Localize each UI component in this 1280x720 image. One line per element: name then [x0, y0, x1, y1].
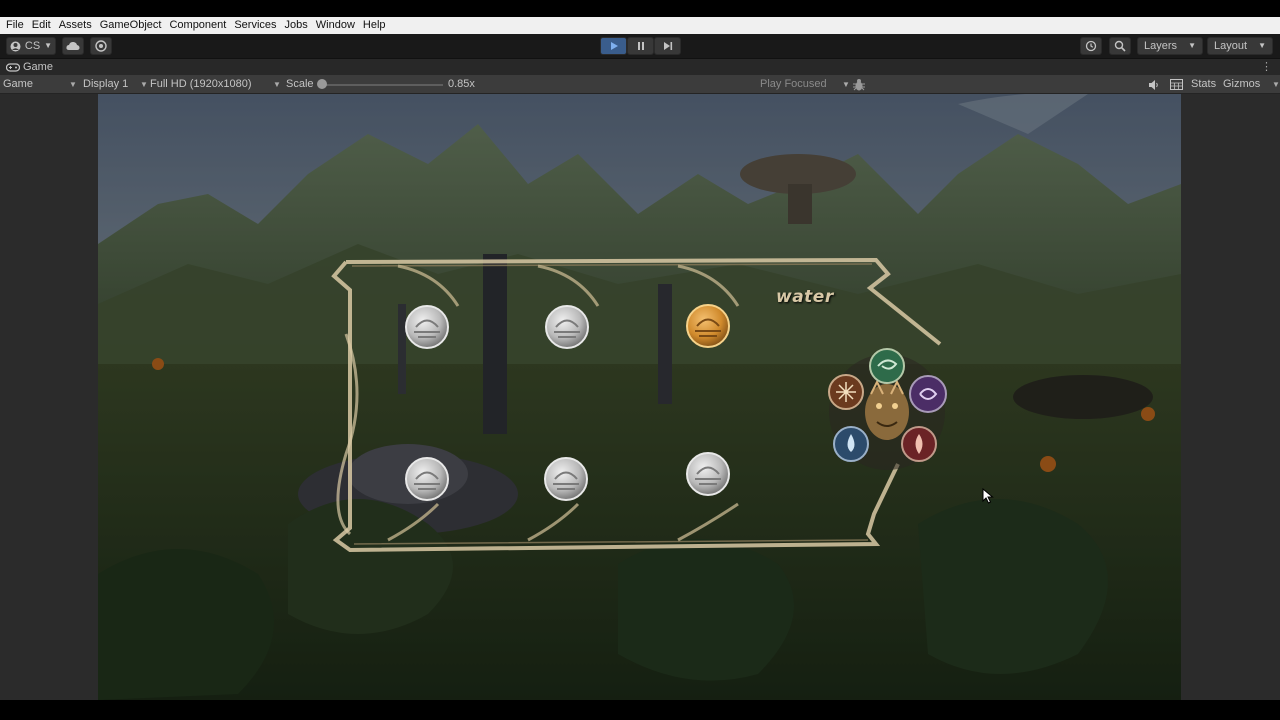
debug-bug-button[interactable] [852, 75, 866, 94]
game-viewport[interactable]: water [98, 94, 1181, 700]
chevron-down-icon: ▼ [842, 80, 850, 89]
chevron-down-icon: ▼ [44, 41, 53, 50]
window-top-border [0, 0, 1280, 17]
collab-button[interactable] [90, 37, 112, 55]
scale-value: 0.85x [448, 78, 475, 90]
chevron-down-icon: ▼ [69, 80, 77, 89]
menu-edit[interactable]: Edit [28, 17, 55, 34]
game-view-panel: water [0, 94, 1280, 700]
void-element-icon[interactable] [909, 375, 947, 413]
rune-slot[interactable] [405, 457, 449, 501]
menu-component[interactable]: Component [165, 17, 230, 34]
main-toolbar: CS ▼ Layers ▼ Layout ▼ [0, 34, 1280, 59]
rune-slot[interactable] [405, 305, 449, 349]
menu-help[interactable]: Help [359, 17, 390, 34]
pause-icon [637, 42, 644, 50]
settings-dot-icon [95, 40, 107, 52]
aspect-toggle-button[interactable] [1170, 75, 1183, 94]
display-dropdown[interactable]: Display 1 ▼ [83, 75, 148, 94]
history-icon [1085, 40, 1097, 52]
menu-services[interactable]: Services [230, 17, 280, 34]
scale-label: Scale [286, 78, 314, 90]
menu-assets[interactable]: Assets [55, 17, 96, 34]
account-label: CS [24, 40, 41, 52]
search-icon [1114, 40, 1126, 52]
play-button[interactable] [600, 37, 627, 55]
wind-element-icon[interactable] [869, 348, 905, 384]
menu-jobs[interactable]: Jobs [281, 17, 312, 34]
gizmos-label: Gizmos [1223, 78, 1261, 90]
mouse-cursor-icon [982, 488, 994, 504]
fire-element-icon[interactable] [901, 426, 937, 462]
chevron-down-icon: ▼ [1258, 41, 1266, 50]
step-icon [663, 42, 672, 50]
chevron-down-icon: ▼ [273, 80, 281, 89]
chevron-down-icon: ▼ [1272, 80, 1280, 89]
cloud-button[interactable] [62, 37, 84, 55]
resolution-label: Full HD (1920x1080) [150, 78, 252, 90]
tab-game-label: Game [23, 61, 53, 73]
menu-bar: File Edit Assets GameObject Component Se… [0, 17, 1280, 34]
grid-icon [1170, 79, 1183, 90]
stats-button[interactable]: Stats [1191, 75, 1216, 94]
view-mode-dropdown[interactable]: Game ▼ [3, 75, 77, 94]
play-icon [610, 42, 618, 50]
light-element-icon[interactable] [828, 374, 864, 410]
game-view-toolbar: Game ▼ Display 1 ▼ Full HD (1920x1080) ▼… [0, 75, 1280, 94]
menu-window[interactable]: Window [312, 17, 359, 34]
pause-button[interactable] [627, 37, 654, 55]
step-button[interactable] [654, 37, 681, 55]
layout-label: Layout [1214, 40, 1248, 52]
tab-game[interactable]: Game [0, 61, 53, 73]
menu-file[interactable]: File [2, 17, 28, 34]
cloud-icon [66, 41, 80, 50]
bug-icon [853, 79, 865, 91]
window-bottom-border [0, 700, 1280, 720]
account-icon [10, 41, 21, 51]
game-scene [98, 94, 1181, 700]
rune-slot[interactable] [544, 457, 588, 501]
gamepad-icon [6, 62, 20, 72]
scale-slider-thumb[interactable] [317, 79, 327, 89]
play-mode-label: Play Focused [760, 78, 827, 90]
account-dropdown[interactable]: CS ▼ [6, 37, 56, 55]
layers-dropdown[interactable]: Layers ▼ [1137, 37, 1203, 55]
resolution-dropdown[interactable]: Full HD (1920x1080) ▼ [150, 75, 281, 94]
rune-slot-active[interactable] [686, 304, 730, 348]
more-options-icon[interactable]: ⋮ [1261, 59, 1272, 75]
layers-label: Layers [1144, 40, 1178, 52]
selected-element-label: water [776, 287, 834, 307]
mute-audio-button[interactable] [1148, 75, 1160, 94]
water-element-icon[interactable] [833, 426, 869, 462]
view-mode-label: Game [3, 78, 33, 90]
scale-slider-track[interactable] [322, 84, 443, 86]
undo-history-button[interactable] [1080, 37, 1102, 55]
menu-gameobject[interactable]: GameObject [96, 17, 166, 34]
search-button[interactable] [1109, 37, 1131, 55]
chevron-down-icon: ▼ [1188, 41, 1196, 50]
gizmos-dropdown[interactable]: Gizmos ▼ [1223, 75, 1280, 94]
chevron-down-icon: ▼ [140, 80, 148, 89]
speaker-icon [1149, 80, 1158, 90]
tab-bar: Game [0, 59, 1280, 75]
rune-slot[interactable] [686, 452, 730, 496]
display-label: Display 1 [83, 78, 129, 90]
play-mode-dropdown[interactable]: Play Focused ▼ [760, 75, 850, 94]
layout-dropdown[interactable]: Layout ▼ [1207, 37, 1273, 55]
rune-slot[interactable] [545, 305, 589, 349]
